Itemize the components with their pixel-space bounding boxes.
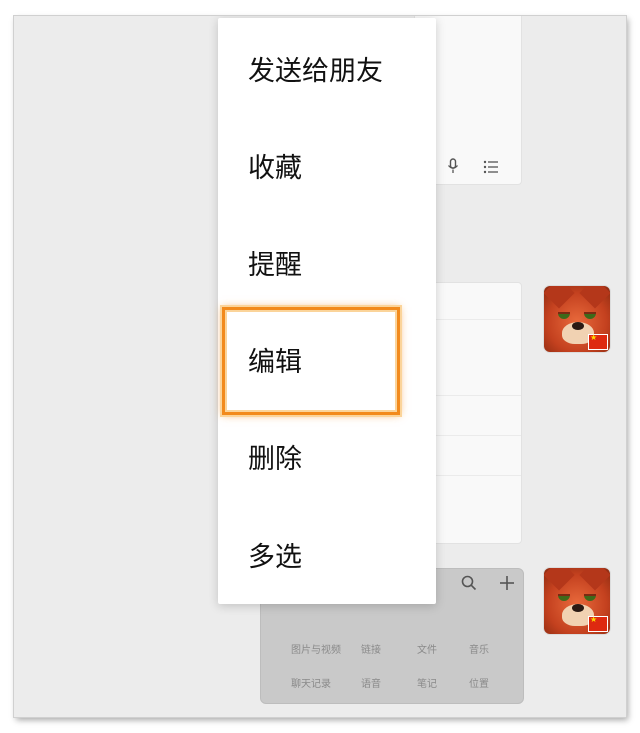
attachment-item-chat-history[interactable]: 聊天记录 — [291, 675, 331, 690]
attachment-item-music[interactable]: 音乐 — [469, 641, 489, 656]
menu-item-favorite[interactable]: 收藏 — [218, 117, 436, 214]
avatar-ear — [544, 568, 575, 591]
avatar-ear — [579, 568, 610, 591]
context-menu: 发送给朋友 收藏 提醒 编辑 删除 多选 — [218, 18, 436, 604]
avatar-eye — [584, 594, 596, 601]
attachment-item-location[interactable]: 位置 — [469, 675, 489, 690]
avatar[interactable] — [544, 568, 610, 634]
flag-badge-icon — [588, 615, 608, 632]
menu-item-edit[interactable]: 编辑 — [218, 311, 436, 408]
search-icon[interactable] — [461, 575, 477, 596]
attachment-grid: 图片与视频 链接 文件 音乐 聊天记录 语音 笔记 位置 — [271, 627, 511, 693]
avatar-ear — [579, 286, 610, 309]
flag-badge-icon — [588, 333, 608, 350]
menu-item-remind[interactable]: 提醒 — [218, 214, 436, 311]
avatar-eye — [558, 312, 570, 319]
attachment-item-voice[interactable]: 语音 — [361, 675, 381, 690]
attachment-item-file[interactable]: 文件 — [417, 641, 437, 656]
menu-item-send-to-friend[interactable]: 发送给朋友 — [218, 20, 436, 117]
attachment-item-photos-videos[interactable]: 图片与视频 — [291, 641, 341, 656]
avatar-nose — [572, 604, 584, 612]
menu-item-multi-select[interactable]: 多选 — [218, 506, 436, 603]
avatar-nose — [572, 322, 584, 330]
avatar-eye — [584, 312, 596, 319]
avatar-ear — [544, 286, 575, 309]
microphone-icon[interactable] — [447, 158, 459, 178]
attachment-item-note[interactable]: 笔记 — [417, 675, 437, 690]
avatar-eye — [558, 594, 570, 601]
attachment-item-link[interactable]: 链接 — [361, 641, 381, 656]
plus-icon[interactable] — [499, 575, 515, 596]
menu-item-delete[interactable]: 删除 — [218, 408, 436, 505]
screenshot-frame: 图片与视频 链接 文件 音乐 聊天记录 语音 笔记 位置 发送给朋友 收藏 提醒… — [14, 16, 626, 717]
avatar[interactable] — [544, 286, 610, 352]
list-icon[interactable] — [483, 160, 499, 178]
